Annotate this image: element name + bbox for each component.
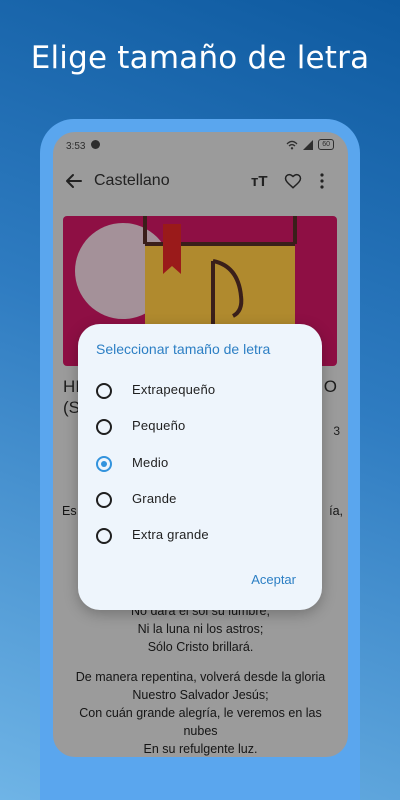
song-title-tail: O: [323, 377, 337, 396]
lyric-line: Con cuán grande alegría, le veremos en l…: [79, 706, 322, 720]
status-time: 3:53: [66, 141, 86, 152]
app-bar: Castellano ᴛT: [53, 160, 348, 206]
battery-icon: 60: [318, 139, 334, 150]
status-bar: 3:53 60: [53, 132, 348, 160]
radio-button[interactable]: [96, 492, 112, 508]
song-number: 3: [333, 424, 340, 438]
status-icons: 60: [286, 139, 334, 150]
option-label: Medio: [132, 455, 169, 470]
option-small[interactable]: Pequeño: [96, 413, 306, 439]
back-arrow-icon[interactable]: [65, 172, 83, 190]
promo-title: Elige tamaño de letra: [30, 40, 370, 76]
option-extra-small[interactable]: Extrapequeño: [96, 377, 306, 403]
wifi-icon: [286, 140, 298, 149]
lyric-partial: Es: [62, 504, 77, 518]
heart-icon[interactable]: [284, 172, 302, 190]
app-bar-title: Castellano: [94, 172, 170, 189]
dialog-title: Seleccionar tamaño de letra: [96, 341, 271, 357]
font-size-dialog: Seleccionar tamaño de letra Extrapequeño…: [78, 324, 322, 610]
option-label: Extrapequeño: [132, 382, 216, 397]
radio-button[interactable]: [96, 528, 112, 544]
option-label: Pequeño: [132, 418, 186, 433]
radio-button-selected[interactable]: [96, 456, 112, 472]
lyric-line: Sólo Cristo brillará.: [147, 640, 254, 654]
text-size-icon[interactable]: ᴛT: [251, 173, 268, 190]
lyric-partial: ía,: [329, 504, 343, 518]
lyric-line: De manera repentina, volverá desde la gl…: [75, 670, 326, 684]
more-vert-icon[interactable]: [319, 172, 325, 190]
lyrics-verse-1: No dará el sol su lumbre, Ni la luna ni …: [53, 602, 348, 656]
notification-icon: [91, 140, 100, 149]
accept-button[interactable]: Aceptar: [251, 572, 296, 587]
lyrics-verse-2: De manera repentina, volverá desde la gl…: [53, 668, 348, 757]
option-label: Extra grande: [132, 527, 209, 542]
lyric-line: Nuestro Salvador Jesús;: [132, 688, 269, 702]
option-extra-large[interactable]: Extra grande: [96, 522, 306, 548]
option-large[interactable]: Grande: [96, 486, 306, 512]
lyric-line: En su refulgente luz.: [143, 742, 258, 756]
lyric-line: Ni la luna ni los astros;: [137, 622, 264, 636]
lyric-line: nubes: [183, 724, 218, 738]
signal-icon: [303, 139, 314, 150]
option-medium[interactable]: Medio: [96, 450, 306, 476]
radio-button[interactable]: [96, 383, 112, 399]
radio-button[interactable]: [96, 419, 112, 435]
option-label: Grande: [132, 491, 177, 506]
